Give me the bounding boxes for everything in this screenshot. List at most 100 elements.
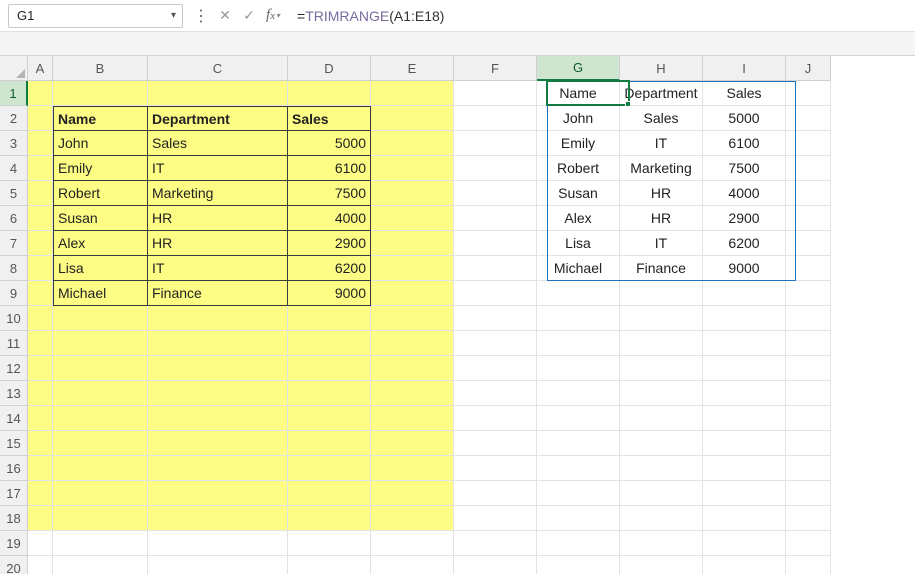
- cell-D13[interactable]: [288, 381, 371, 406]
- cell-F4[interactable]: [454, 156, 537, 181]
- cell-C5[interactable]: Marketing: [148, 181, 288, 206]
- cell-B16[interactable]: [53, 456, 148, 481]
- cell-C7[interactable]: HR: [148, 231, 288, 256]
- cancel-icon[interactable]: ✕: [213, 4, 237, 28]
- cell-C8[interactable]: IT: [148, 256, 288, 281]
- cell-F6[interactable]: [454, 206, 537, 231]
- cell-J10[interactable]: [786, 306, 831, 331]
- cell-C2[interactable]: Department: [148, 106, 288, 131]
- cell-B3[interactable]: John: [53, 131, 148, 156]
- cell-B15[interactable]: [53, 431, 148, 456]
- cell-B9[interactable]: Michael: [53, 281, 148, 306]
- cell-H17[interactable]: [620, 481, 703, 506]
- cell-I10[interactable]: [703, 306, 786, 331]
- cell-H12[interactable]: [620, 356, 703, 381]
- cell-D16[interactable]: [288, 456, 371, 481]
- cell-G12[interactable]: [537, 356, 620, 381]
- cell-G2[interactable]: John: [537, 106, 620, 131]
- row-header-14[interactable]: 14: [0, 406, 28, 431]
- cell-A17[interactable]: [28, 481, 53, 506]
- cell-B2[interactable]: Name: [53, 106, 148, 131]
- cell-F15[interactable]: [454, 431, 537, 456]
- col-header-B[interactable]: B: [53, 56, 148, 81]
- row-header-6[interactable]: 6: [0, 206, 28, 231]
- cell-C19[interactable]: [148, 531, 288, 556]
- cell-J20[interactable]: [786, 556, 831, 574]
- cell-G1[interactable]: Name: [537, 81, 620, 106]
- cell-E9[interactable]: [371, 281, 454, 306]
- cell-I18[interactable]: [703, 506, 786, 531]
- cell-J7[interactable]: [786, 231, 831, 256]
- cell-F1[interactable]: [454, 81, 537, 106]
- col-header-A[interactable]: A: [28, 56, 53, 81]
- cell-E20[interactable]: [371, 556, 454, 574]
- cell-C14[interactable]: [148, 406, 288, 431]
- cell-A19[interactable]: [28, 531, 53, 556]
- row-header-7[interactable]: 7: [0, 231, 28, 256]
- cell-B1[interactable]: [53, 81, 148, 106]
- cell-C12[interactable]: [148, 356, 288, 381]
- cell-C18[interactable]: [148, 506, 288, 531]
- cell-F20[interactable]: [454, 556, 537, 574]
- row-header-11[interactable]: 11: [0, 331, 28, 356]
- cell-D4[interactable]: 6100: [288, 156, 371, 181]
- formula-input[interactable]: =TRIMRANGE(A1:E18): [291, 4, 907, 28]
- cell-G15[interactable]: [537, 431, 620, 456]
- name-box[interactable]: G1 ▾: [8, 4, 183, 28]
- row-header-19[interactable]: 19: [0, 531, 28, 556]
- cell-J13[interactable]: [786, 381, 831, 406]
- row-header-10[interactable]: 10: [0, 306, 28, 331]
- row-header-13[interactable]: 13: [0, 381, 28, 406]
- select-all-corner[interactable]: [0, 56, 28, 81]
- cell-D14[interactable]: [288, 406, 371, 431]
- cell-J2[interactable]: [786, 106, 831, 131]
- cell-E1[interactable]: [371, 81, 454, 106]
- cell-D3[interactable]: 5000: [288, 131, 371, 156]
- cell-F2[interactable]: [454, 106, 537, 131]
- cell-E16[interactable]: [371, 456, 454, 481]
- cell-H4[interactable]: Marketing: [620, 156, 703, 181]
- row-header-3[interactable]: 3: [0, 131, 28, 156]
- cell-E17[interactable]: [371, 481, 454, 506]
- cell-I11[interactable]: [703, 331, 786, 356]
- cell-G7[interactable]: Lisa: [537, 231, 620, 256]
- cell-A5[interactable]: [28, 181, 53, 206]
- cell-I6[interactable]: 2900: [703, 206, 786, 231]
- row-header-12[interactable]: 12: [0, 356, 28, 381]
- cell-G18[interactable]: [537, 506, 620, 531]
- cell-B10[interactable]: [53, 306, 148, 331]
- cell-G5[interactable]: Susan: [537, 181, 620, 206]
- cell-D9[interactable]: 9000: [288, 281, 371, 306]
- cell-C6[interactable]: HR: [148, 206, 288, 231]
- cell-H20[interactable]: [620, 556, 703, 574]
- cell-J3[interactable]: [786, 131, 831, 156]
- cell-D1[interactable]: [288, 81, 371, 106]
- cell-I1[interactable]: Sales: [703, 81, 786, 106]
- cell-F3[interactable]: [454, 131, 537, 156]
- cell-H5[interactable]: HR: [620, 181, 703, 206]
- cell-D19[interactable]: [288, 531, 371, 556]
- cell-H14[interactable]: [620, 406, 703, 431]
- cell-H18[interactable]: [620, 506, 703, 531]
- col-header-C[interactable]: C: [148, 56, 288, 81]
- cell-A15[interactable]: [28, 431, 53, 456]
- cell-B12[interactable]: [53, 356, 148, 381]
- cell-J5[interactable]: [786, 181, 831, 206]
- col-header-I[interactable]: I: [703, 56, 786, 81]
- cell-A11[interactable]: [28, 331, 53, 356]
- cell-I13[interactable]: [703, 381, 786, 406]
- cell-I20[interactable]: [703, 556, 786, 574]
- cell-E15[interactable]: [371, 431, 454, 456]
- cell-J12[interactable]: [786, 356, 831, 381]
- cell-C3[interactable]: Sales: [148, 131, 288, 156]
- cell-G17[interactable]: [537, 481, 620, 506]
- cell-C1[interactable]: [148, 81, 288, 106]
- row-header-1[interactable]: 1: [0, 81, 28, 106]
- cell-F17[interactable]: [454, 481, 537, 506]
- cell-E19[interactable]: [371, 531, 454, 556]
- cell-G13[interactable]: [537, 381, 620, 406]
- cell-I19[interactable]: [703, 531, 786, 556]
- cell-F14[interactable]: [454, 406, 537, 431]
- cell-I15[interactable]: [703, 431, 786, 456]
- cell-F12[interactable]: [454, 356, 537, 381]
